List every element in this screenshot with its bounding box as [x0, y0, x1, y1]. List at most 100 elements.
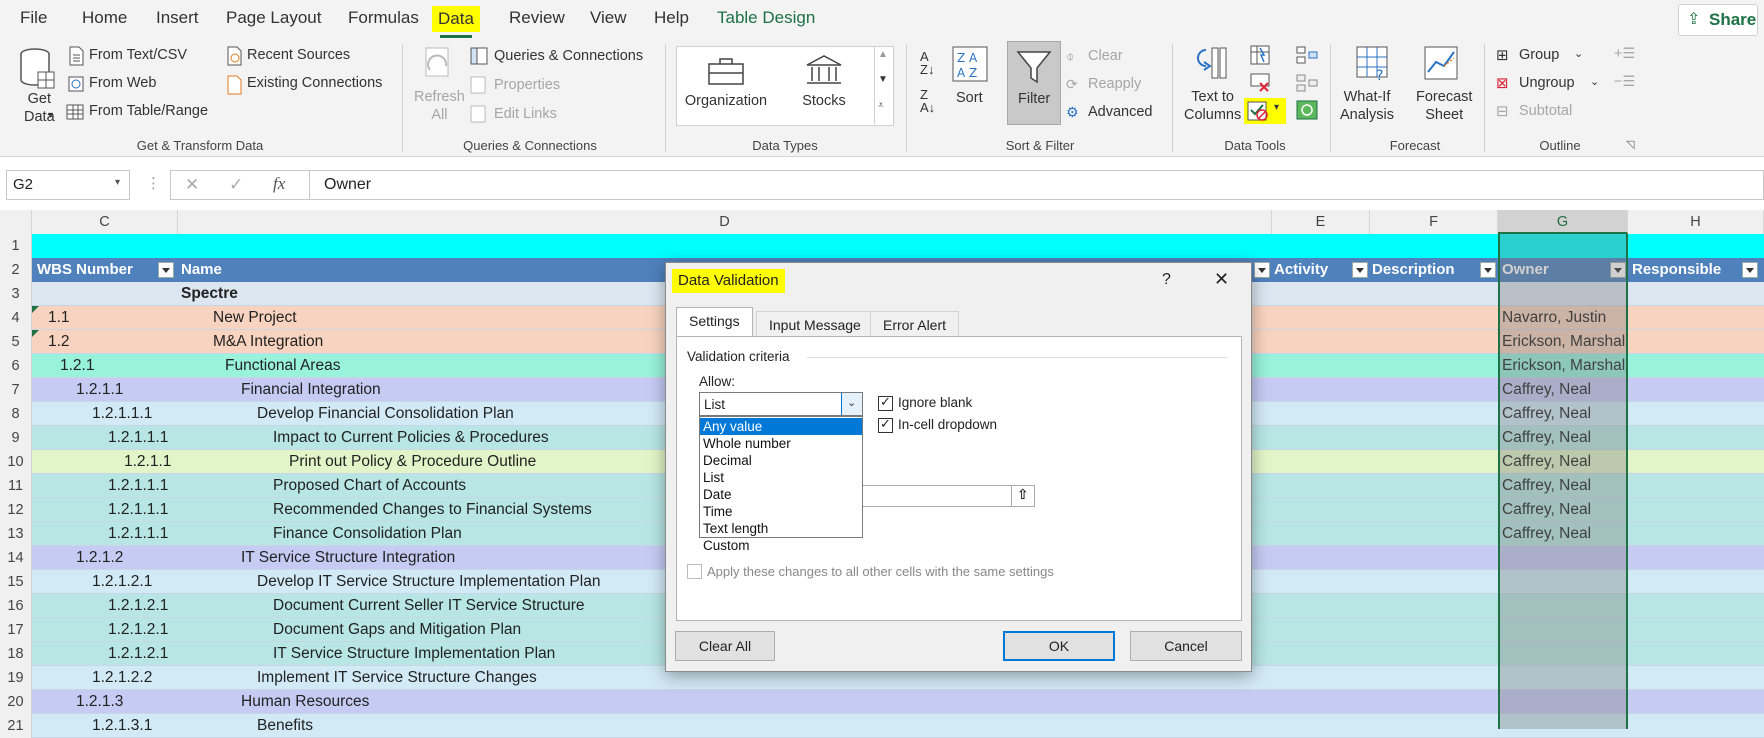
- hide-detail-icon[interactable]: −☰: [1614, 74, 1635, 90]
- owner-cell[interactable]: [1502, 690, 1764, 714]
- owner-cell[interactable]: Erickson, Marshall: [1502, 330, 1764, 354]
- share-button[interactable]: ⇪ Share: [1678, 4, 1758, 36]
- sort-za-icon[interactable]: Z A↓: [920, 88, 935, 114]
- owner-cell[interactable]: [1502, 594, 1764, 618]
- row-number[interactable]: 10: [0, 450, 32, 474]
- recent-sources-button[interactable]: Recent Sources: [247, 47, 350, 63]
- forecast-sheet-button[interactable]: Forecast Sheet: [1416, 88, 1472, 124]
- name-cell[interactable]: Recommended Changes to Financial Systems: [273, 498, 592, 522]
- existing-connections-button[interactable]: Existing Connections: [247, 75, 382, 91]
- cancel-button[interactable]: Cancel: [1130, 631, 1242, 661]
- text-to-columns-button[interactable]: Text to Columns: [1184, 88, 1241, 124]
- name-cell[interactable]: New Project: [213, 306, 297, 330]
- filter-dropdown-icon[interactable]: [1254, 262, 1270, 278]
- row-number[interactable]: 1: [0, 234, 32, 258]
- header-activity[interactable]: Activity: [1274, 258, 1328, 282]
- filter-dropdown-icon[interactable]: [1352, 262, 1368, 278]
- ungroup-button[interactable]: Ungroup: [1519, 75, 1575, 91]
- option-custom[interactable]: Custom: [700, 537, 862, 554]
- wbs-cell[interactable]: 1.2.1.1.1: [108, 522, 168, 546]
- column-header-g[interactable]: G: [1498, 210, 1628, 234]
- wbs-cell[interactable]: 1.2.1.1: [124, 450, 171, 474]
- option-any-value[interactable]: Any value: [700, 418, 862, 435]
- tab-home[interactable]: Home: [82, 8, 127, 28]
- name-cell[interactable]: Impact to Current Policies & Procedures: [273, 426, 549, 450]
- wbs-cell[interactable]: 1.2.1.2.1: [108, 594, 168, 618]
- data-validation-button[interactable]: ▾: [1244, 98, 1286, 124]
- advanced-button[interactable]: Advanced: [1088, 104, 1153, 120]
- name-cell[interactable]: M&A Integration: [213, 330, 323, 354]
- name-cell[interactable]: Benefits: [257, 714, 313, 738]
- wbs-cell[interactable]: 1.2.1.1.1: [108, 474, 168, 498]
- column-header-d[interactable]: D: [178, 210, 1272, 234]
- wbs-cell[interactable]: 1.2.1.1.1: [108, 498, 168, 522]
- wbs-cell[interactable]: 1.2.1.2.1: [108, 642, 168, 666]
- wbs-cell[interactable]: 1.2.1.1.1: [92, 402, 152, 426]
- header-description[interactable]: Description: [1372, 258, 1455, 282]
- name-cell[interactable]: Develop Financial Consolidation Plan: [257, 402, 514, 426]
- owner-cell[interactable]: [1502, 666, 1764, 690]
- ok-button[interactable]: OK: [1003, 631, 1115, 661]
- name-cell[interactable]: Implement IT Service Structure Changes: [257, 666, 537, 690]
- option-text-length[interactable]: Text length: [700, 520, 862, 537]
- allow-select-toggle[interactable]: ⌄: [841, 393, 862, 415]
- row-number[interactable]: 12: [0, 498, 32, 522]
- row-number[interactable]: 21: [0, 714, 32, 738]
- name-cell[interactable]: Functional Areas: [225, 354, 340, 378]
- option-date[interactable]: Date: [700, 486, 862, 503]
- wbs-cell[interactable]: 1.2.1.1: [76, 378, 123, 402]
- header-wbs-number[interactable]: WBS Number: [37, 258, 133, 282]
- show-detail-icon[interactable]: +☰: [1614, 46, 1635, 62]
- tab-view[interactable]: View: [590, 8, 627, 28]
- row-number[interactable]: 13: [0, 522, 32, 546]
- wbs-cell[interactable]: 1.2: [48, 330, 70, 354]
- row-number[interactable]: 5: [0, 330, 32, 354]
- name-cell[interactable]: Finance Consolidation Plan: [273, 522, 462, 546]
- row-number[interactable]: 4: [0, 306, 32, 330]
- row-number[interactable]: 8: [0, 402, 32, 426]
- organization-button[interactable]: Organization: [682, 93, 770, 109]
- row-number[interactable]: 18: [0, 642, 32, 666]
- wbs-cell[interactable]: 1.1: [48, 306, 70, 330]
- help-icon[interactable]: ?: [1162, 271, 1171, 289]
- row-number[interactable]: 6: [0, 354, 32, 378]
- subtotal-button[interactable]: Subtotal: [1519, 103, 1572, 119]
- ignore-blank-checkbox[interactable]: ✓: [878, 394, 893, 411]
- row-number[interactable]: 17: [0, 618, 32, 642]
- name-cell[interactable]: IT Service Structure Integration: [241, 546, 455, 570]
- what-if-analysis-button[interactable]: What-If Analysis: [1340, 88, 1394, 124]
- filter-button[interactable]: Filter: [1007, 41, 1061, 125]
- owner-cell[interactable]: [1502, 546, 1764, 570]
- tab-file[interactable]: File: [20, 8, 47, 28]
- filter-dropdown-icon[interactable]: [1610, 262, 1626, 278]
- owner-cell[interactable]: Caffrey, Neal: [1502, 474, 1764, 498]
- clear-all-button[interactable]: Clear All: [675, 631, 775, 661]
- refresh-all-button[interactable]: Refresh All: [414, 88, 465, 124]
- header-owner[interactable]: Owner: [1502, 258, 1549, 282]
- owner-cell[interactable]: Caffrey, Neal: [1502, 522, 1764, 546]
- tab-table-design[interactable]: Table Design: [717, 8, 815, 28]
- properties-button[interactable]: Properties: [494, 77, 560, 93]
- owner-cell[interactable]: Erickson, Marshall: [1502, 354, 1764, 378]
- tab-help[interactable]: Help: [654, 8, 689, 28]
- owner-cell[interactable]: Navarro, Justin: [1502, 306, 1764, 330]
- row-number[interactable]: 9: [0, 426, 32, 450]
- owner-cell[interactable]: [1502, 570, 1764, 594]
- wbs-cell[interactable]: 1.2.1.3.1: [92, 714, 152, 738]
- filter-dropdown-icon[interactable]: [1480, 262, 1496, 278]
- row-number[interactable]: 2: [0, 258, 32, 282]
- from-web-button[interactable]: From Web: [89, 75, 156, 91]
- formula-input[interactable]: Owner: [310, 170, 1764, 200]
- option-time[interactable]: Time: [700, 503, 862, 520]
- tab-page-layout[interactable]: Page Layout: [226, 8, 321, 28]
- name-cell[interactable]: IT Service Structure Implementation Plan: [273, 642, 555, 666]
- row-number[interactable]: 3: [0, 282, 32, 306]
- option-list[interactable]: List: [700, 469, 862, 486]
- sort-az-icon[interactable]: A Z↓: [920, 50, 934, 76]
- enter-icon[interactable]: ✓: [229, 175, 243, 195]
- owner-cell[interactable]: Caffrey, Neal: [1502, 426, 1764, 450]
- row-number[interactable]: 14: [0, 546, 32, 570]
- reapply-button[interactable]: Reapply: [1088, 76, 1141, 92]
- close-icon[interactable]: ✕: [1214, 269, 1229, 290]
- option-whole-number[interactable]: Whole number: [700, 435, 862, 452]
